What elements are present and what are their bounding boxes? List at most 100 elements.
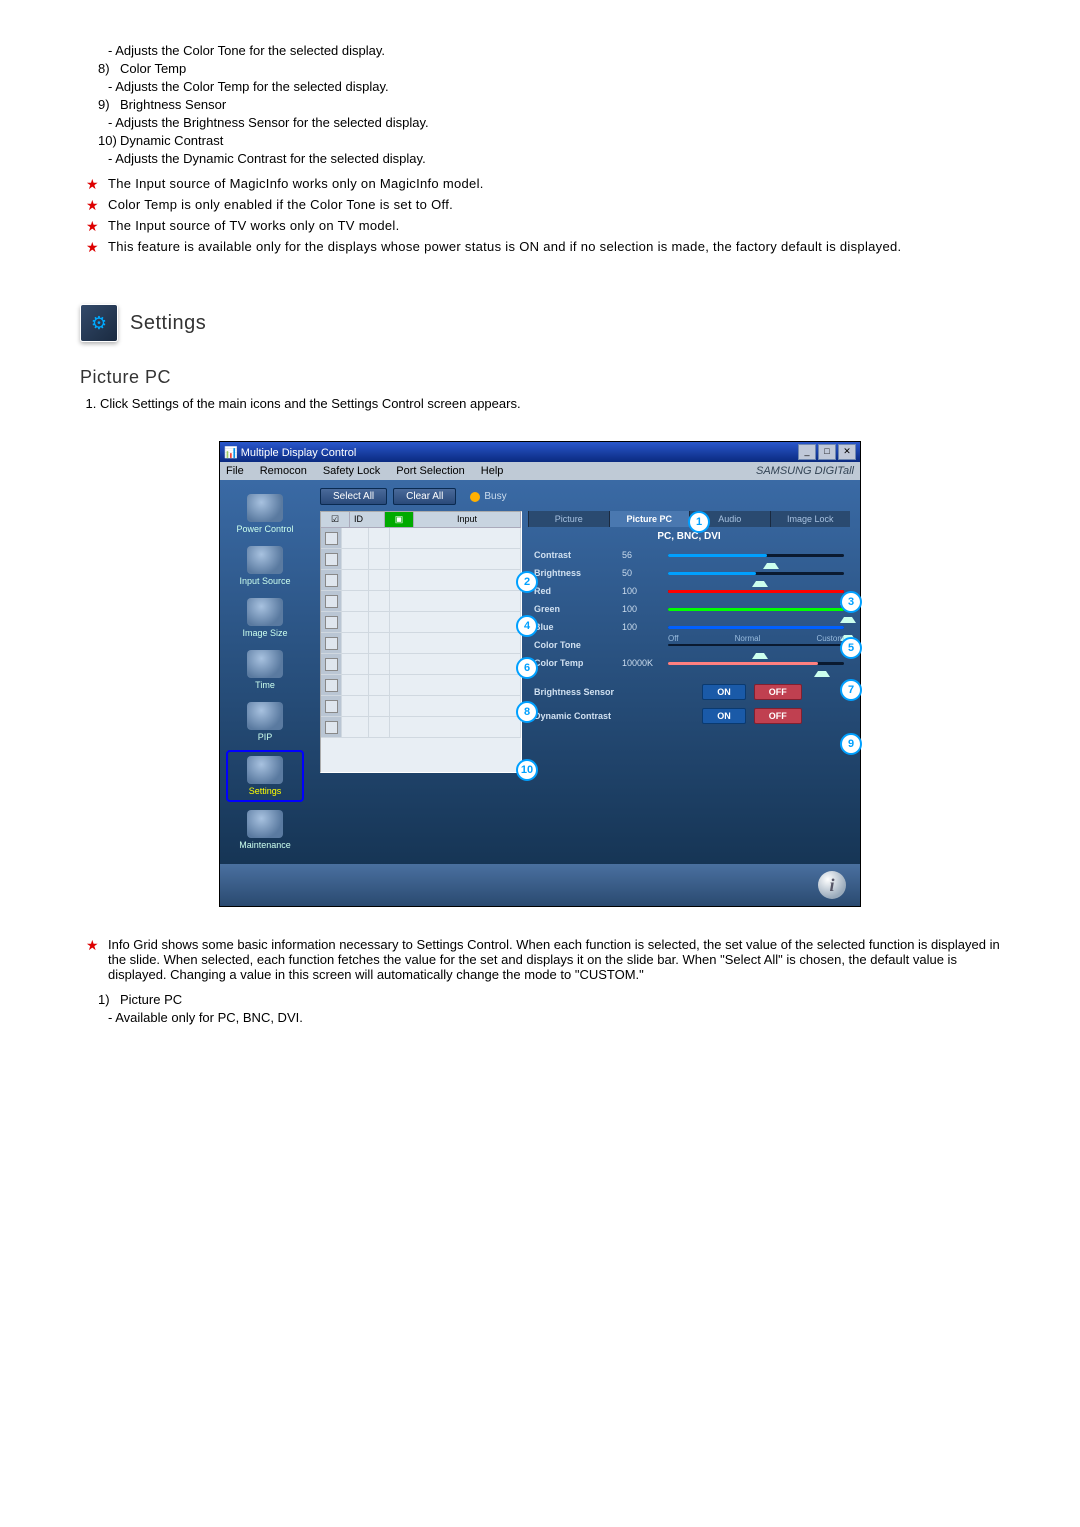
menu-item[interactable]: Safety Lock xyxy=(323,465,380,477)
sidebar-item-time[interactable]: Time xyxy=(228,646,302,694)
menu-item[interactable]: Help xyxy=(481,465,504,477)
toggle-row-brightness-sensor: Brightness Sensor ON OFF xyxy=(528,680,850,704)
window-buttons[interactable]: _ □ ✕ xyxy=(798,444,856,460)
sidebar-label: Power Control xyxy=(228,524,302,534)
list-item-desc: - Available only for PC, BNC, DVI. xyxy=(108,1010,1000,1025)
slider-row-contrast: Contrast 56 xyxy=(528,546,850,564)
toggle-label: Dynamic Contrast xyxy=(534,711,654,721)
grid-header-id: ID xyxy=(350,512,385,527)
slider-color-tone[interactable]: OffNormalCustom xyxy=(668,644,844,646)
sidebar-label: Maintenance xyxy=(228,840,302,850)
sidebar: Power Control Input Source Image Size Time P… xyxy=(220,480,310,864)
info-grid[interactable]: ☑ ID ▣ Input xyxy=(320,511,522,773)
toggle-label: Brightness Sensor xyxy=(534,687,654,697)
window-title: 📊 Multiple Display Control xyxy=(224,446,356,459)
slider-value: 100 xyxy=(622,586,662,596)
table-row[interactable] xyxy=(321,591,521,612)
slider-green[interactable] xyxy=(668,608,844,611)
select-all-button[interactable]: Select All xyxy=(320,488,387,505)
slider-value: 10000K xyxy=(622,658,662,668)
slider-blue[interactable] xyxy=(668,626,844,629)
slider-row-color-tone: Color Tone OffNormalCustom xyxy=(528,636,850,654)
slider-label: Brightness xyxy=(534,568,616,578)
tab-image-lock[interactable]: Image Lock xyxy=(770,511,851,527)
sidebar-item-settings[interactable]: Settings xyxy=(226,750,304,802)
mode-label: PC, BNC, DVI xyxy=(528,527,850,546)
callout-1: 1 xyxy=(688,511,710,533)
note-item: The Input source of MagicInfo works only… xyxy=(80,176,1000,191)
toggle-on[interactable]: ON xyxy=(702,708,746,724)
sidebar-item-pip[interactable]: PIP xyxy=(228,698,302,746)
slider-label: Contrast xyxy=(534,550,616,560)
section-header: ⚙ Settings xyxy=(80,304,1000,342)
slider-label: Color Temp xyxy=(534,658,616,668)
sidebar-icon xyxy=(247,650,283,678)
toggle-off[interactable]: OFF xyxy=(754,684,802,700)
table-row[interactable] xyxy=(321,633,521,654)
callout-10: 10 xyxy=(516,759,538,781)
table-row[interactable] xyxy=(321,612,521,633)
instruction-list: Click Settings of the main icons and the… xyxy=(100,396,1000,411)
slider-row-green: Green 100 xyxy=(528,600,850,618)
toggle-off[interactable]: OFF xyxy=(754,708,802,724)
table-row[interactable] xyxy=(321,675,521,696)
table-row[interactable] xyxy=(321,717,521,738)
callout-9: 9 xyxy=(840,733,862,755)
info-icon[interactable]: i xyxy=(818,871,846,899)
busy-indicator: Busy xyxy=(470,491,506,502)
menu-bar: File Remocon Safety Lock Port Selection Help… xyxy=(220,462,860,480)
tab-picture[interactable]: Picture xyxy=(528,511,609,527)
tab-picture-pc[interactable]: Picture PC xyxy=(609,511,690,527)
list-item: 9)Brightness Sensor xyxy=(98,97,1000,112)
table-row[interactable] xyxy=(321,549,521,570)
slider-row-red: Red 100 xyxy=(528,582,850,600)
sidebar-item-input-source[interactable]: Input Source xyxy=(228,542,302,590)
menu-item[interactable]: Port Selection xyxy=(396,465,464,477)
list-item: 10)Dynamic Contrast xyxy=(98,133,1000,148)
list-item: 8)Color Temp xyxy=(98,61,1000,76)
table-row[interactable] xyxy=(321,528,521,549)
slider-contrast[interactable] xyxy=(668,554,844,557)
maximize-button[interactable]: □ xyxy=(818,444,836,460)
slider-red[interactable] xyxy=(668,590,844,593)
sidebar-icon xyxy=(247,494,283,522)
table-row[interactable] xyxy=(321,570,521,591)
post-item-list: 1)Picture PC- Available only for PC, BNC… xyxy=(80,992,1000,1025)
sidebar-label: Image Size xyxy=(228,628,302,638)
sidebar-item-power-control[interactable]: Power Control xyxy=(228,490,302,538)
sidebar-icon xyxy=(247,702,283,730)
table-row[interactable] xyxy=(321,654,521,675)
sidebar-icon xyxy=(247,546,283,574)
slider-value: 50 xyxy=(622,568,662,578)
clear-all-button[interactable]: Clear All xyxy=(393,488,456,505)
list-item-desc: - Adjusts the Color Tone for the selecte… xyxy=(108,43,1000,58)
slider-label: Color Tone xyxy=(534,640,616,650)
table-row[interactable] xyxy=(321,696,521,717)
grid-header-check[interactable]: ☑ xyxy=(321,512,350,527)
section-title: Settings xyxy=(130,312,206,335)
color-tone-option: Custom xyxy=(816,634,844,643)
control-panel: PicturePicture PCAudioImage LockPC, BNC,… xyxy=(528,511,850,773)
toggle-on[interactable]: ON xyxy=(702,684,746,700)
close-button[interactable]: ✕ xyxy=(838,444,856,460)
slider-brightness[interactable] xyxy=(668,572,844,575)
callout-6: 6 xyxy=(516,657,538,679)
sidebar-item-maintenance[interactable]: Maintenance xyxy=(228,806,302,854)
list-item-desc: - Adjusts the Dynamic Contrast for the s… xyxy=(108,151,1000,166)
menu-item[interactable]: File xyxy=(226,465,244,477)
slider-label: Green xyxy=(534,604,616,614)
grid-header-input: Input xyxy=(414,512,521,527)
sidebar-label: Input Source xyxy=(228,576,302,586)
sidebar-label: Time xyxy=(228,680,302,690)
sidebar-item-image-size[interactable]: Image Size xyxy=(228,594,302,642)
menu-item[interactable]: Remocon xyxy=(260,465,307,477)
slider-color-temp[interactable] xyxy=(668,662,844,665)
minimize-button[interactable]: _ xyxy=(798,444,816,460)
list-item-desc: - Adjusts the Color Temp for the selecte… xyxy=(108,79,1000,94)
notes-list: The Input source of MagicInfo works only… xyxy=(80,176,1000,254)
callout-4: 4 xyxy=(516,615,538,637)
note-item: The Input source of TV works only on TV … xyxy=(80,218,1000,233)
callout-8: 8 xyxy=(516,701,538,723)
slider-row-color-temp: Color Temp 10000K xyxy=(528,654,850,672)
callout-5: 5 xyxy=(840,637,862,659)
